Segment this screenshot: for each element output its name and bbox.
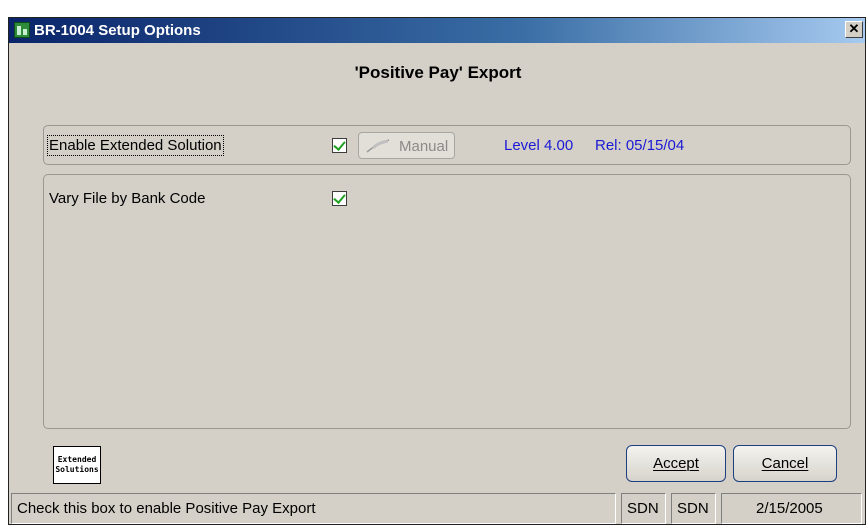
status-bar: Check this box to enable Positive Pay Ex… — [9, 493, 865, 524]
logo-line-1: Extended — [57, 455, 97, 464]
app-icon — [14, 22, 30, 38]
status-user: SDN — [671, 493, 716, 524]
vary-file-checkbox[interactable] — [332, 191, 347, 206]
manual-button-label: Manual — [399, 138, 449, 155]
enable-extended-checkbox[interactable] — [332, 138, 347, 153]
checkmark-icon — [333, 138, 346, 151]
release-text: Rel: 05/15/04 — [595, 137, 685, 154]
feather-icon — [366, 139, 390, 153]
status-date: 2/15/2005 — [721, 493, 862, 524]
enable-extended-label[interactable]: Enable Extended Solution — [47, 135, 224, 156]
cancel-button[interactable]: Cancel — [733, 445, 837, 482]
extended-solutions-logo: Extended Solutions — [53, 446, 101, 484]
checkmark-icon — [333, 191, 346, 204]
options-groupbox — [43, 174, 851, 429]
level-text: Level 4.00 — [504, 137, 574, 154]
manual-button[interactable]: Manual — [358, 132, 455, 159]
cancel-label: Cancel — [761, 455, 809, 472]
page-title: 'Positive Pay' Export — [354, 63, 522, 82]
window-title: BR-1004 Setup Options — [34, 22, 201, 39]
status-company: SDN — [621, 493, 666, 524]
vary-file-label: Vary File by Bank Code — [49, 190, 206, 207]
accept-label: Accept — [653, 455, 699, 472]
title-bar[interactable]: BR-1004 Setup Options ✕ — [9, 18, 865, 43]
status-message: Check this box to enable Positive Pay Ex… — [11, 493, 616, 524]
accept-button[interactable]: Accept — [626, 445, 726, 482]
setup-options-window: BR-1004 Setup Options ✕ 'Positive Pay' E… — [8, 17, 866, 525]
close-icon: ✕ — [848, 21, 860, 36]
logo-line-2: Solutions — [55, 465, 99, 474]
close-button[interactable]: ✕ — [845, 21, 863, 38]
